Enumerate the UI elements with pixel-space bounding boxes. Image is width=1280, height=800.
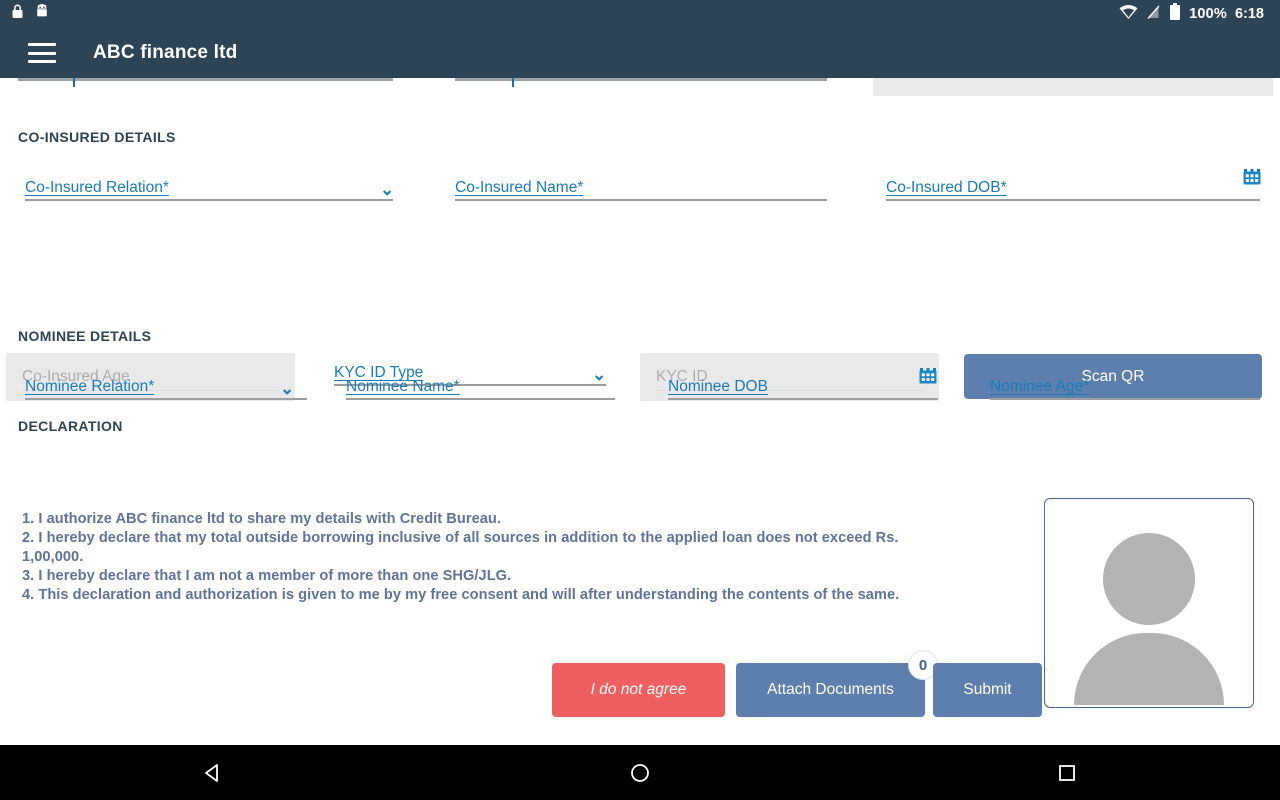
co-insured-relation-label: Co-Insured Relation*	[25, 179, 169, 196]
android-robot-icon	[34, 3, 50, 25]
clock: 6:18	[1234, 6, 1264, 22]
status-bar-left-icons	[10, 3, 50, 25]
declaration-item: 2. I hereby declare that my total outsid…	[22, 530, 899, 565]
partially-scrolled-row	[0, 78, 1280, 100]
co-insured-dob-label: Co-Insured DOB*	[886, 179, 1007, 196]
status-bar-right-icons: 100% 6:18	[1119, 2, 1270, 26]
submit-button[interactable]: Submit	[933, 663, 1042, 717]
page-title: ABC finance ltd	[93, 42, 238, 63]
app-root: 100% 6:18 ABC finance ltd CO-INSURED DET…	[0, 0, 1280, 800]
battery-percent: 100%	[1189, 6, 1227, 22]
nominee-name-field[interactable]: Nominee Name*	[346, 378, 615, 400]
co-insured-name-label: Co-Insured Name*	[455, 179, 584, 196]
android-nav-bar	[0, 745, 1280, 800]
chevron-down-icon[interactable]: ⌄	[380, 181, 394, 198]
nominee-dob-field[interactable]: Nominee DOB	[668, 368, 938, 400]
lock-icon	[10, 3, 25, 25]
declaration-item: 3. I hereby declare that I am not a memb…	[22, 568, 512, 584]
chevron-down-icon[interactable]: ⌄	[280, 380, 294, 397]
declaration-list: 1. I authorize ABC finance ltd to share …	[22, 510, 952, 605]
calendar-icon[interactable]	[1242, 166, 1262, 191]
nominee-dob-label: Nominee DOB	[668, 378, 768, 395]
nominee-relation-field[interactable]: Nominee Relation* ⌄	[25, 378, 307, 400]
status-bar: 100% 6:18	[0, 0, 1280, 28]
form-scroll-area[interactable]: CO-INSURED DETAILS Co-Insured Relation* …	[0, 78, 1280, 745]
recents-square-icon[interactable]	[1037, 745, 1097, 800]
battery-icon	[1169, 2, 1181, 26]
co-insured-relation-field[interactable]: Co-Insured Relation* ⌄	[25, 179, 394, 201]
co-insured-dob-field[interactable]: Co-Insured DOB*	[886, 169, 1261, 201]
section-title-nominee: NOMINEE DETAILS	[18, 328, 152, 344]
section-title-co-insured: CO-INSURED DETAILS	[18, 129, 176, 145]
section-title-declaration: DECLARATION	[18, 418, 123, 434]
nominee-age-label: Nominee Age*	[990, 378, 1090, 395]
signal-off-icon	[1146, 4, 1161, 25]
photo-placeholder-box[interactable]	[1044, 498, 1254, 708]
attach-documents-wrapper[interactable]: Attach Documents 0	[736, 651, 937, 717]
hamburger-menu-icon[interactable]	[28, 43, 56, 63]
co-insured-row-1: Co-Insured Relation* ⌄ Co-Insured Name* …	[0, 145, 1280, 223]
nominee-row-1: Nominee Relation* ⌄ Nominee Name* Nomine…	[0, 344, 1280, 418]
home-circle-icon[interactable]	[610, 745, 670, 800]
co-insured-name-field[interactable]: Co-Insured Name*	[455, 179, 827, 201]
back-triangle-icon[interactable]	[183, 745, 243, 800]
calendar-icon[interactable]	[918, 365, 938, 390]
attach-documents-button[interactable]: Attach Documents	[736, 663, 925, 717]
app-bar: ABC finance ltd	[0, 28, 1280, 78]
nominee-relation-label: Nominee Relation*	[25, 378, 155, 395]
co-insured-row-2: Co-Insured Age KYC ID Type ⌄ KYC ID Scan…	[0, 223, 1280, 401]
wifi-icon	[1119, 4, 1138, 25]
person-avatar-icon	[1074, 533, 1224, 705]
nominee-name-label: Nominee Name*	[346, 378, 460, 395]
declaration-item: 4. This declaration and authorization is…	[22, 587, 900, 603]
nominee-age-field[interactable]: Nominee Age*	[990, 378, 1260, 400]
declaration-item: 1. I authorize ABC finance ltd to share …	[22, 511, 501, 527]
i-do-not-agree-button[interactable]: I do not agree	[552, 663, 725, 717]
